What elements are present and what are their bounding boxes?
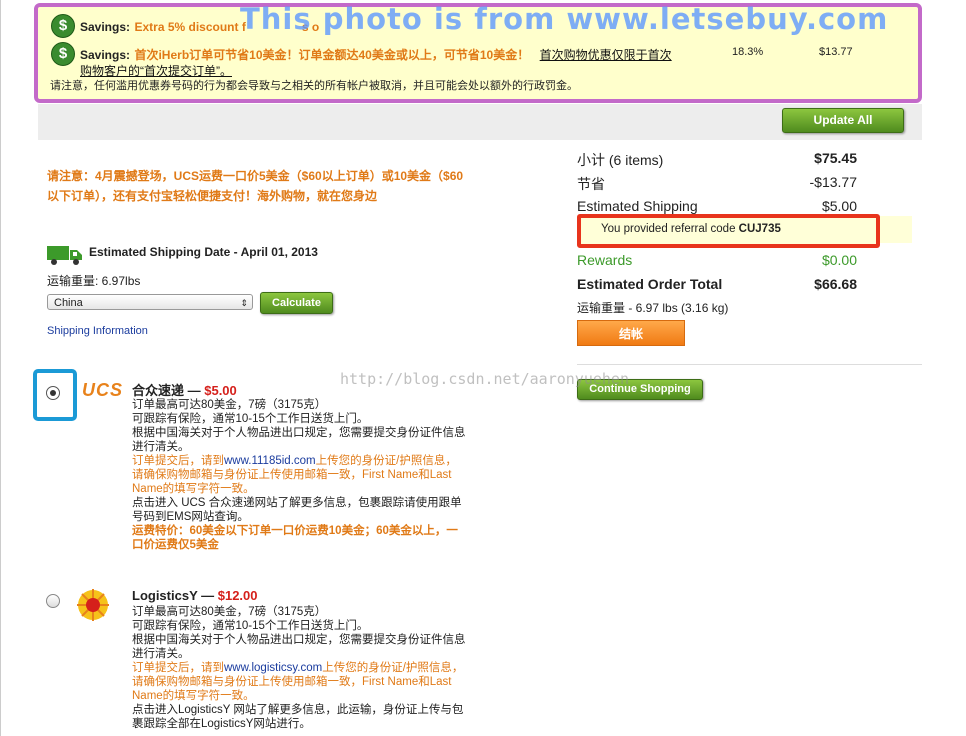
subtotal-value: $75.45 (814, 150, 857, 166)
truck-icon (47, 246, 82, 265)
update-all-button[interactable]: Update All (782, 108, 904, 133)
desc-line: 点击进入 UCS 合众速递网站了解更多信息，包裹跟踪请使用跟单 (132, 497, 462, 509)
ucs-notice-line-1: 请注意：4月震撼登场，UCS运费一口价5美金（$60以上订单）或10美金（$60 (47, 169, 464, 183)
savings-label: Savings: (80, 20, 131, 34)
referral-text: You provided referral code CUJ735 (601, 223, 781, 235)
dollar-icon: $ (51, 42, 75, 66)
desc-line: 点击进入LogisticsY 网站了解更多信息，此运输，身份证上传与包 (132, 704, 464, 716)
desc-line: 订单提交后，请到www.logisticsy.com上传您的身份证/护照信息， (132, 661, 492, 675)
desc-line: 请确保购物邮箱与身份证上传使用邮箱一致，First Name和Last (132, 676, 452, 688)
referral-prefix: You provided referral code (601, 223, 736, 235)
logisticsy-radio[interactable] (46, 594, 60, 608)
savings-percent: 18.3% (732, 46, 764, 58)
photo-watermark: This photo is from www.letsebuy.com (240, 2, 889, 36)
rewards-value: $0.00 (821, 252, 857, 268)
desc-text: 上传您的身份证/护照信息， (315, 455, 457, 467)
desc-line: 订单提交后，请到www.11185id.com上传您的身份证/护照信息， (132, 454, 492, 468)
savings-summary-value: -$13.77 (809, 174, 857, 190)
dollar-icon: $ (51, 14, 75, 38)
savings-amount: $13.77 (819, 46, 853, 58)
desc-line: 进行清关。 (132, 441, 190, 453)
page-border (0, 0, 1, 736)
ucs-option-title: 合众速递 — $5.00 (132, 380, 237, 399)
country-select-value: China (54, 297, 83, 309)
shipping-information-link[interactable]: Shipping Information (47, 325, 148, 337)
desc-line: 可跟踪有保险，通常10-15个工作日送货上门。 (132, 620, 369, 632)
id-upload-link[interactable]: www.11185id.com (224, 455, 316, 467)
desc-line: 订单最高可达80美金，7磅（3175克） (132, 399, 327, 411)
savings-label: Savings: (80, 48, 131, 62)
desc-line: 运费特价：60美金以下订单一口价运费10美金；60美金以上，一 (132, 525, 458, 537)
desc-line: 裹跟踪全部在LogisticsY网站进行。 (132, 718, 311, 730)
select-arrows-icon: ⇕ (240, 298, 248, 308)
referral-box-extension (880, 216, 912, 243)
ucs-option-price: $5.00 (204, 383, 237, 398)
ucs-option-description: 订单最高可达80美金，7磅（3175克） 可跟踪有保险，通常10-15个工作日送… (132, 398, 492, 552)
savings-row-1: Savings: Extra 5% discount fs o (80, 18, 319, 36)
desc-line: 请确保购物邮箱与身份证上传使用邮箱一致，First Name和Last (132, 469, 452, 481)
desc-text: 订单提交后，请到 (132, 455, 224, 467)
desc-line: 订单最高可达80美金，7磅（3175克） (132, 606, 327, 618)
logisticsy-logo-icon (77, 589, 109, 621)
estimated-shipping-value: $5.00 (821, 198, 857, 214)
estimated-shipping-label: Estimated Shipping (577, 198, 698, 214)
desc-text: 上传您的身份证/护照信息， (322, 662, 464, 674)
ucs-notice: 请注意：4月震撼登场，UCS运费一口价5美金（$60以上订单）或10美金（$60… (47, 166, 463, 206)
ucs-radio[interactable] (46, 386, 60, 400)
referral-code: CUJ735 (738, 223, 781, 235)
desc-line: Name的填写字符一致。 (132, 483, 255, 495)
logisticsy-option-price: $12.00 (217, 588, 258, 603)
logisticsy-option-description: 订单最高可达80美金，7磅（3175克） 可跟踪有保险，通常10-15个工作日送… (132, 605, 492, 731)
coupon-warning: 请注意，任何滥用优惠券号码的行为都会导致与之相关的所有帐户被取消，并且可能会处以… (50, 80, 578, 92)
desc-line: 根据中国海关对于个人物品进出口规定，您需要提交身份证件信息 (132, 427, 466, 439)
order-total-label: Estimated Order Total (577, 276, 723, 292)
csdn-watermark: http://blog.csdn.net/aaronyuehen (340, 370, 629, 388)
savings-discount-text: Extra 5% discount f (134, 20, 246, 34)
desc-line: 号码到EMS网站查询。 (132, 511, 249, 523)
summary-separator (577, 364, 922, 365)
desc-line: Name的填写字符一致。 (132, 690, 255, 702)
summary-weight: 运输重量 - 6.97 lbs (3.16 kg) (577, 301, 729, 315)
desc-text: 订单提交后，请到 (132, 662, 224, 674)
desc-line: 口价运费仅5美金 (132, 539, 219, 551)
logisticsy-option-name: LogisticsY — (132, 588, 218, 603)
desc-line: 根据中国海关对于个人物品进出口规定，您需要提交身份证件信息 (132, 634, 466, 646)
checkout-button[interactable]: 结帐 (577, 320, 685, 346)
shipping-weight: 运输重量: 6.97lbs (47, 274, 141, 288)
country-select[interactable]: China ⇕ (47, 294, 253, 310)
rewards-label: Rewards (577, 252, 633, 268)
calculate-button[interactable]: Calculate (260, 292, 333, 314)
ucs-notice-line-2: 以下订单），还有支付宝轻松便捷支付！海外购物，就在您身边 (47, 189, 378, 203)
savings-coupon-text: 首次iHerb订单可节省10美金！订单金额达40美金或以上，可节省10美金！ (134, 48, 530, 62)
estimated-shipping-date: Estimated Shipping Date - April 01, 2013 (89, 245, 318, 259)
first-order-link[interactable]: 首次购物优惠仅限于首次 (540, 48, 672, 62)
ucs-logo: UCS (82, 380, 124, 400)
order-total-value: $66.68 (814, 276, 857, 292)
subtotal-label: 小计 (6 items) (577, 152, 664, 168)
desc-line: 可跟踪有保险，通常10-15个工作日送货上门。 (132, 413, 369, 425)
savings-summary-label: 节省 (577, 176, 605, 192)
desc-line: 进行清关。 (132, 648, 190, 660)
ucs-option-name: 合众速递 — (132, 383, 205, 398)
id-upload-link[interactable]: www.logisticsy.com (224, 662, 322, 674)
logisticsy-option-title: LogisticsY — $12.00 (132, 588, 258, 603)
